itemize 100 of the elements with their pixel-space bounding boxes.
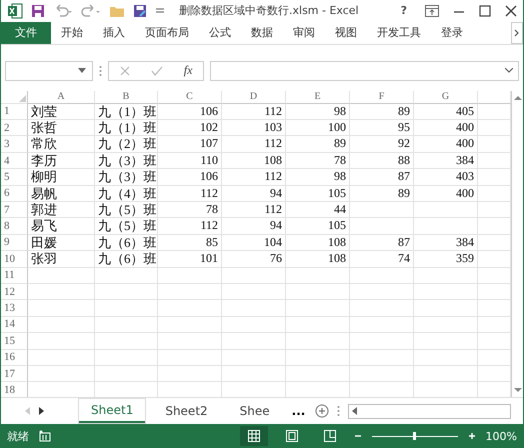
table-cell: 105 bbox=[286, 186, 350, 202]
vertical-scrollbar[interactable] bbox=[511, 90, 523, 398]
row-header[interactable]: 5 bbox=[1, 169, 28, 186]
table-cell: 108 bbox=[286, 234, 350, 252]
drag-handle-icon[interactable] bbox=[337, 405, 340, 418]
column-header[interactable]: F bbox=[350, 90, 414, 104]
row-header[interactable]: 6 bbox=[1, 186, 28, 202]
horizontal-scrollbar[interactable] bbox=[348, 404, 511, 419]
zoom-level[interactable]: 100% bbox=[486, 430, 517, 443]
column-header[interactable]: C bbox=[158, 90, 222, 104]
scroll-left-icon[interactable] bbox=[352, 407, 358, 416]
insert-function-button[interactable]: fx bbox=[184, 63, 192, 78]
table-cell bbox=[286, 300, 350, 317]
row-header[interactable]: 12 bbox=[1, 284, 28, 300]
more-sheets-button[interactable]: ... bbox=[290, 404, 308, 418]
save-icon[interactable] bbox=[31, 4, 45, 18]
table-cell: 403 bbox=[414, 169, 478, 186]
table-cell: 110 bbox=[158, 152, 222, 170]
window-title: 删除数据区域中奇数行.xlsm - Excel bbox=[179, 3, 359, 18]
ribbon-scroll-button[interactable] bbox=[511, 22, 523, 44]
next-sheet-icon[interactable] bbox=[39, 407, 45, 416]
row-header[interactable]: 3 bbox=[1, 136, 28, 153]
scroll-down-icon[interactable] bbox=[514, 387, 522, 394]
column-header[interactable]: G bbox=[414, 90, 478, 104]
row-header[interactable]: 13 bbox=[1, 300, 28, 317]
table-cell: 112 bbox=[222, 169, 286, 186]
excel-logo-icon[interactable] bbox=[7, 2, 23, 19]
table-cell: 89 bbox=[286, 136, 350, 153]
row-header[interactable]: 4 bbox=[1, 152, 28, 170]
table-cell: 95 bbox=[350, 120, 414, 136]
help-button[interactable]: ? bbox=[396, 4, 411, 18]
sheet-tab[interactable]: Shee bbox=[228, 399, 282, 424]
ribbon-tab[interactable]: 文件 bbox=[1, 22, 51, 44]
sheet-tab[interactable]: Sheet1 bbox=[79, 399, 146, 424]
table-cell bbox=[28, 300, 95, 317]
page-icon bbox=[286, 430, 298, 442]
table-cell: 101 bbox=[158, 251, 222, 268]
table-cell: 112 bbox=[222, 104, 286, 120]
formula-input[interactable] bbox=[210, 60, 519, 81]
table-cell: 九（1）班 bbox=[95, 120, 158, 136]
table-cell: 405 bbox=[414, 104, 478, 120]
table-cell: 89 bbox=[350, 186, 414, 202]
table-cell bbox=[158, 268, 222, 284]
row-header[interactable]: 1 bbox=[1, 104, 28, 120]
table-cell bbox=[158, 300, 222, 317]
maximize-icon[interactable] bbox=[479, 4, 491, 17]
table-cell: 106 bbox=[158, 169, 222, 186]
table-cell bbox=[286, 350, 350, 366]
ribbon-tab[interactable]: 审阅 bbox=[283, 22, 325, 44]
ribbon-display-icon[interactable] bbox=[425, 4, 439, 17]
row-header[interactable]: 2 bbox=[1, 120, 28, 136]
normal-view-button[interactable] bbox=[240, 426, 268, 446]
table-cell: 106 bbox=[158, 104, 222, 120]
ribbon-tab[interactable]: 登录 bbox=[431, 22, 473, 44]
row-header[interactable]: 17 bbox=[1, 366, 28, 382]
save-as-icon[interactable] bbox=[133, 4, 147, 18]
ribbon-tab[interactable]: 插入 bbox=[93, 22, 135, 44]
close-icon[interactable] bbox=[505, 4, 517, 17]
table-cell: 108 bbox=[222, 152, 286, 170]
table-cell bbox=[95, 316, 158, 334]
table-cell: 郭进 bbox=[28, 202, 95, 218]
ribbon-tab[interactable]: 数据 bbox=[241, 22, 283, 44]
ribbon-tab[interactable]: 视图 bbox=[325, 22, 367, 44]
row-header[interactable]: 10 bbox=[1, 251, 28, 268]
drag-handle-icon[interactable] bbox=[99, 64, 102, 77]
table-cell bbox=[414, 316, 478, 334]
table-cell bbox=[95, 284, 158, 300]
zoom-in-icon[interactable] bbox=[468, 432, 476, 440]
table-cell: 85 bbox=[158, 234, 222, 252]
ribbon-tab[interactable]: 公式 bbox=[199, 22, 241, 44]
scroll-up-icon[interactable] bbox=[514, 94, 522, 101]
row-header[interactable]: 7 bbox=[1, 202, 28, 218]
table-cell bbox=[350, 350, 414, 366]
column-header[interactable]: E bbox=[286, 90, 350, 104]
row-header[interactable]: 9 bbox=[1, 234, 28, 252]
ribbon-tab[interactable]: 页面布局 bbox=[135, 22, 199, 44]
ribbon-tab[interactable]: 开始 bbox=[51, 22, 93, 44]
row-header[interactable]: 11 bbox=[1, 268, 28, 284]
table-cell bbox=[350, 268, 414, 284]
status-text: 就绪 bbox=[7, 428, 29, 444]
row-header[interactable]: 15 bbox=[1, 333, 28, 350]
row-header[interactable]: 8 bbox=[1, 218, 28, 235]
check-icon[interactable] bbox=[150, 66, 163, 76]
table-cell: 李历 bbox=[28, 152, 95, 170]
table-cell: 104 bbox=[222, 234, 286, 252]
ribbon-tab[interactable]: 开发工具 bbox=[367, 22, 431, 44]
table-cell: 108 bbox=[286, 251, 350, 268]
column-header[interactable]: D bbox=[222, 90, 286, 104]
row-header[interactable]: 16 bbox=[1, 350, 28, 366]
table-cell: 100 bbox=[286, 120, 350, 136]
add-sheet-icon[interactable] bbox=[315, 404, 330, 418]
expand-icon[interactable] bbox=[505, 68, 513, 74]
table-cell: 105 bbox=[286, 218, 350, 235]
table-cell: 112 bbox=[222, 136, 286, 153]
table-cell: 102 bbox=[158, 120, 222, 136]
sheet-tab[interactable]: Sheet2 bbox=[153, 399, 220, 424]
macro-record-icon[interactable] bbox=[39, 430, 51, 442]
row-header[interactable]: 14 bbox=[1, 316, 28, 334]
column-header[interactable]: B bbox=[95, 90, 158, 104]
column-header[interactable]: A bbox=[28, 90, 95, 104]
